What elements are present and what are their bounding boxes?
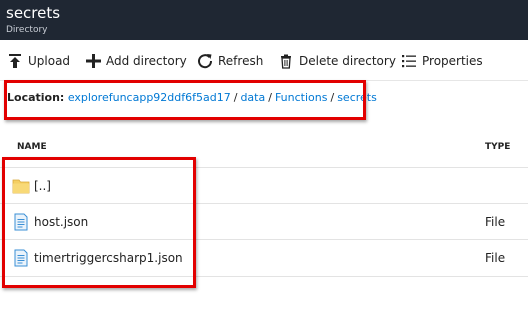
properties-button[interactable]: Properties — [400, 51, 483, 71]
row-type: File — [485, 251, 506, 265]
refresh-label: Refresh — [218, 54, 264, 68]
refresh-button[interactable]: Refresh — [196, 51, 263, 71]
delete-directory-label: Delete directory — [299, 54, 396, 68]
type-column-header[interactable]: TYPE — [485, 142, 510, 152]
row-type: File — [485, 215, 506, 229]
blade-header: secrets Directory — [0, 0, 528, 40]
upload-label: Upload — [28, 54, 71, 68]
upload-button[interactable]: Upload — [6, 51, 70, 71]
properties-label: Properties — [422, 54, 483, 68]
command-toolbar: Upload Add directory Refresh Delete dire… — [0, 40, 528, 81]
name-column-header[interactable]: NAME — [17, 142, 47, 152]
blade-title: secrets — [6, 4, 61, 22]
refresh-icon — [196, 52, 214, 70]
add-directory-button[interactable]: Add directory — [84, 51, 187, 71]
upload-icon — [6, 52, 24, 70]
blade-subtitle: Directory — [6, 25, 48, 35]
list-icon — [400, 52, 418, 70]
location-highlight-box — [4, 80, 366, 120]
storage-explorer-blade: secrets Directory Upload Add directory R… — [0, 0, 528, 313]
trash-icon — [277, 52, 295, 70]
files-highlight-box — [2, 157, 196, 288]
add-directory-label: Add directory — [106, 54, 187, 68]
delete-directory-button[interactable]: Delete directory — [277, 51, 396, 71]
plus-icon — [84, 52, 102, 70]
